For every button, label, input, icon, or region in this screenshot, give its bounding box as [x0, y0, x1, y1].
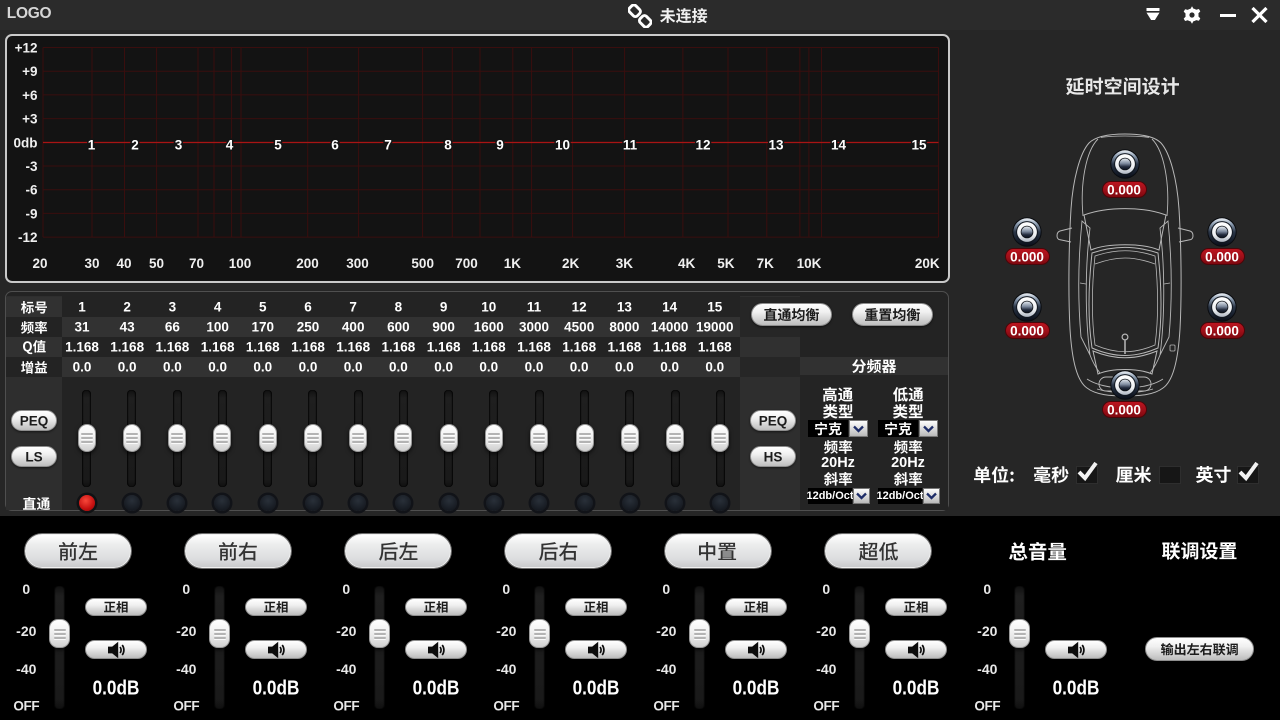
svg-text:13: 13 — [768, 137, 784, 152]
svg-text:8: 8 — [444, 137, 452, 152]
svg-text:10K: 10K — [797, 256, 822, 271]
svg-text:30: 30 — [84, 256, 99, 271]
svg-text:14: 14 — [831, 137, 847, 152]
svg-text:15: 15 — [911, 137, 927, 152]
svg-text:200: 200 — [296, 256, 319, 271]
svg-text:3: 3 — [175, 137, 183, 152]
svg-text:20: 20 — [32, 256, 47, 271]
svg-text:500: 500 — [411, 256, 434, 271]
svg-text:12: 12 — [695, 137, 710, 152]
svg-text:4: 4 — [226, 137, 234, 152]
svg-text:11: 11 — [623, 137, 638, 152]
svg-text:2: 2 — [131, 137, 139, 152]
svg-text:-12: -12 — [18, 230, 38, 245]
svg-text:2K: 2K — [562, 256, 580, 271]
svg-text:+12: +12 — [15, 41, 38, 56]
svg-text:-9: -9 — [25, 206, 37, 221]
svg-text:9: 9 — [496, 137, 504, 152]
svg-text:10: 10 — [555, 137, 570, 152]
svg-text:100: 100 — [229, 256, 252, 271]
svg-text:1: 1 — [88, 137, 96, 152]
svg-text:70: 70 — [189, 256, 204, 271]
svg-text:3K: 3K — [616, 256, 634, 271]
svg-text:50: 50 — [149, 256, 164, 271]
svg-text:1K: 1K — [504, 256, 522, 271]
svg-text:7: 7 — [384, 137, 392, 152]
svg-text:-6: -6 — [25, 183, 37, 198]
svg-text:-3: -3 — [25, 159, 37, 174]
svg-text:6: 6 — [331, 137, 339, 152]
svg-text:+9: +9 — [22, 64, 37, 79]
svg-text:+3: +3 — [22, 112, 38, 127]
svg-text:40: 40 — [116, 256, 131, 271]
svg-text:5: 5 — [274, 137, 282, 152]
svg-text:20K: 20K — [915, 256, 940, 271]
svg-text:700: 700 — [455, 256, 478, 271]
svg-text:4K: 4K — [678, 256, 696, 271]
svg-text:300: 300 — [346, 256, 369, 271]
svg-text:5K: 5K — [717, 256, 735, 271]
svg-text:0db: 0db — [13, 135, 37, 150]
svg-text:7K: 7K — [757, 256, 775, 271]
svg-text:+6: +6 — [22, 88, 38, 103]
